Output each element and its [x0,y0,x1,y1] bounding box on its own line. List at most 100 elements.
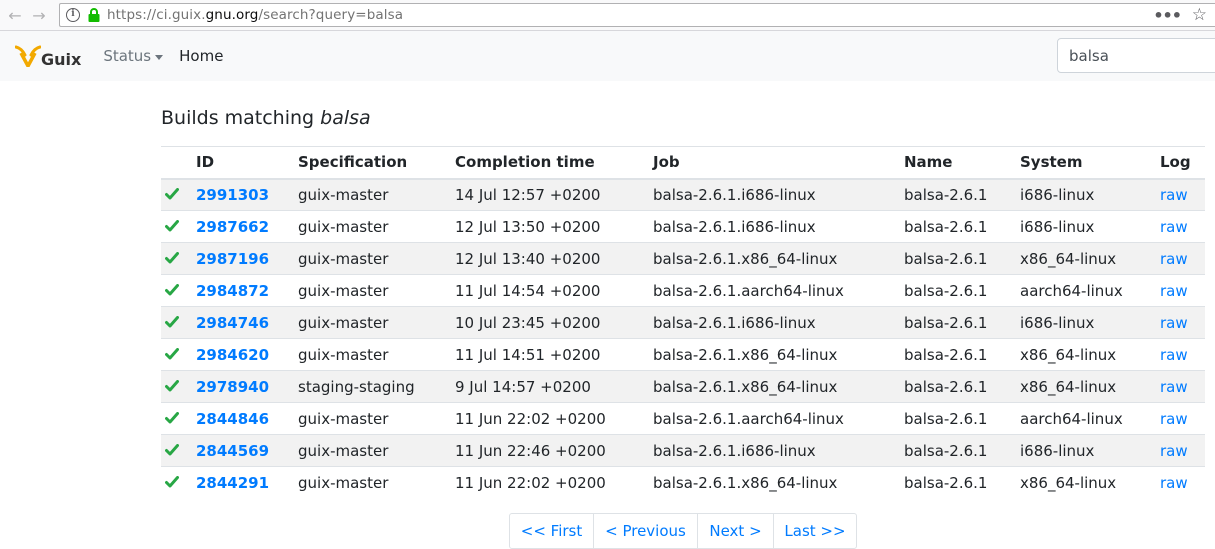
url-bar[interactable]: i https://ci.guix.gnu.org/search?query=b… [59,3,1215,27]
first-page-button[interactable]: << First [509,513,594,549]
raw-log-link[interactable]: raw [1160,346,1188,364]
table-header-row: ID Specification Completion time Job Nam… [161,146,1205,180]
success-check-icon [165,475,179,488]
specification-cell: guix-master [298,274,455,307]
lock-icon [88,8,100,22]
bookmark-star-icon[interactable]: ☆ [1192,5,1207,25]
raw-log-link[interactable]: raw [1160,378,1188,396]
job-cell: balsa-2.6.1.i686-linux [653,306,904,339]
build-id-link[interactable]: 2987196 [196,250,269,268]
log-cell: raw [1160,370,1205,403]
build-id-link[interactable]: 2984620 [196,346,269,364]
build-id-link[interactable]: 2978940 [196,378,269,396]
build-id-cell: 2984746 [196,306,298,339]
completion-time-cell: 11 Jul 14:51 +0200 [455,338,653,371]
log-cell: raw [1160,434,1205,467]
log-cell: raw [1160,306,1205,339]
success-check-icon [165,187,179,200]
success-check-icon [165,315,179,327]
name-cell: balsa-2.6.1 [904,178,1020,211]
browser-toolbar: ← → i https://ci.guix.gnu.org/search?que… [0,0,1215,31]
table-row: 2978940 staging-staging 9 Jul 14:57 +0200 b… [161,370,1205,403]
name-cell: balsa-2.6.1 [904,434,1020,467]
success-check-icon [165,251,179,263]
raw-log-link[interactable]: raw [1160,314,1188,332]
completion-time-cell: 11 Jul 14:54 +0200 [455,274,653,307]
build-id-link[interactable]: 2984746 [196,314,269,332]
guix-logo-icon [15,45,41,67]
system-cell: x86_64-linux [1020,242,1160,275]
job-cell: balsa-2.6.1.x86_64-linux [653,466,904,499]
job-cell: balsa-2.6.1.i686-linux [653,434,904,467]
brand-name[interactable]: Guix [41,50,81,69]
header-job: Job [653,146,904,180]
build-id-link[interactable]: 2844291 [196,474,269,492]
build-id-cell: 2844291 [196,466,298,499]
job-cell: balsa-2.6.1.i686-linux [653,178,904,211]
raw-log-link[interactable]: raw [1160,282,1188,300]
build-id-cell: 2984620 [196,338,298,371]
search-query: balsa [320,107,371,129]
completion-time-cell: 11 Jun 22:02 +0200 [455,402,653,435]
url-text[interactable]: https://ci.guix.gnu.org/search?query=bal… [107,7,403,23]
page-actions-icon[interactable]: ••• [1153,6,1182,25]
raw-log-link[interactable]: raw [1160,250,1188,268]
specification-cell: guix-master [298,306,455,339]
success-check-icon [165,219,179,231]
table-row: 2844291 guix-master 11 Jun 22:02 +0200 bals… [161,466,1205,499]
specification-cell: guix-master [298,178,455,211]
status-dropdown[interactable]: Status [103,47,164,65]
raw-log-link[interactable]: raw [1160,186,1188,204]
status-label[interactable]: Status [103,47,151,65]
raw-log-link[interactable]: raw [1160,442,1188,460]
header-status [161,146,196,180]
system-cell: x86_64-linux [1020,338,1160,371]
search-input[interactable] [1057,38,1215,73]
last-page-button[interactable]: Last >> [773,513,857,549]
build-id-cell: 2991303 [196,178,298,211]
header-system: System [1020,146,1160,180]
header-name: Name [904,146,1020,180]
previous-page-button[interactable]: < Previous [593,513,698,549]
name-cell: balsa-2.6.1 [904,466,1020,499]
build-id-link[interactable]: 2987662 [196,218,269,236]
home-link[interactable]: Home [179,47,223,65]
system-cell: i686-linux [1020,210,1160,243]
raw-log-link[interactable]: raw [1160,474,1188,492]
build-id-link[interactable]: 2844569 [196,442,269,460]
specification-cell: guix-master [298,402,455,435]
header-specification: Specification [298,146,455,180]
caret-down-icon[interactable] [155,54,164,60]
system-cell: i686-linux [1020,306,1160,339]
info-icon[interactable]: i [66,8,80,22]
table-row: 2987662 guix-master 12 Jul 13:50 +0200 bals… [161,210,1205,243]
name-cell: balsa-2.6.1 [904,274,1020,307]
header-log: Log [1160,146,1205,180]
table-row: 2987196 guix-master 12 Jul 13:40 +0200 bals… [161,242,1205,275]
status-cell [161,210,196,243]
table-row: 2984872 guix-master 11 Jul 14:54 +0200 bals… [161,274,1205,307]
build-id-link[interactable]: 2984872 [196,282,269,300]
raw-log-link[interactable]: raw [1160,218,1188,236]
forward-arrow-icon[interactable]: → [30,6,48,25]
build-id-link[interactable]: 2991303 [196,186,269,204]
job-cell: balsa-2.6.1.x86_64-linux [653,338,904,371]
brand-link[interactable]: Guix [15,44,81,69]
system-cell: x86_64-linux [1020,370,1160,403]
status-cell [161,274,196,307]
build-id-cell: 2978940 [196,370,298,403]
raw-log-link[interactable]: raw [1160,410,1188,428]
completion-time-cell: 12 Jul 13:50 +0200 [455,210,653,243]
main-content: Builds matching balsa ID Specification C… [161,106,1205,499]
header-completion-time: Completion time [455,146,653,180]
pagination: << First < Previous Next > Last >> [509,513,857,549]
build-id-link[interactable]: 2844846 [196,410,269,428]
name-cell: balsa-2.6.1 [904,402,1020,435]
job-cell: balsa-2.6.1.i686-linux [653,210,904,243]
navbar: Guix Status Home [0,31,1215,81]
back-arrow-icon[interactable]: ← [6,6,24,25]
specification-cell: guix-master [298,434,455,467]
name-cell: balsa-2.6.1 [904,242,1020,275]
status-cell [161,402,196,435]
next-page-button[interactable]: Next > [697,513,774,549]
